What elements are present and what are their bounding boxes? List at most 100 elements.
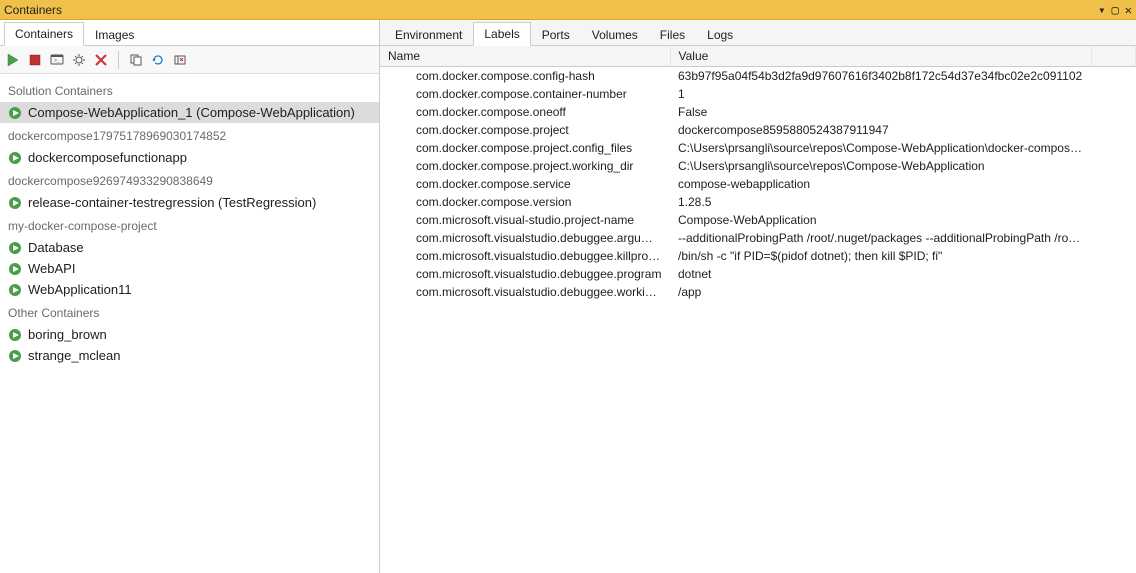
container-item-label: WebApplication11 [28, 282, 132, 297]
table-row[interactable]: com.docker.compose.servicecompose-webapp… [380, 175, 1136, 193]
containers-panel: ContainersImages >_ [0, 20, 380, 573]
container-item[interactable]: Database [0, 237, 379, 258]
container-item[interactable]: boring_brown [0, 324, 379, 345]
label-value-cell: dockercompose8595880524387911947 [670, 121, 1092, 139]
table-row[interactable]: com.microsoft.visualstudio.debuggee.work… [380, 283, 1136, 301]
tab-ports[interactable]: Ports [531, 23, 581, 46]
tab-files[interactable]: Files [649, 23, 696, 46]
table-row[interactable]: com.docker.compose.oneoffFalse [380, 103, 1136, 121]
table-row[interactable]: com.docker.compose.container-number1 [380, 85, 1136, 103]
label-name-cell: com.docker.compose.config-hash [380, 67, 670, 86]
label-name-cell: com.microsoft.visualstudio.debuggee.work… [380, 283, 670, 301]
container-item[interactable]: Compose-WebApplication_1 (Compose-WebApp… [0, 102, 379, 123]
running-icon [8, 196, 22, 210]
label-name-cell: com.docker.compose.service [380, 175, 670, 193]
table-row[interactable]: com.docker.compose.project.working_dirC:… [380, 157, 1136, 175]
container-item-label: boring_brown [28, 327, 107, 342]
tab-labels[interactable]: Labels [473, 22, 530, 46]
copy-icon[interactable] [127, 51, 145, 69]
label-name-cell: com.docker.compose.container-number [380, 85, 670, 103]
table-row[interactable]: com.microsoft.visual-studio.project-name… [380, 211, 1136, 229]
details-panel: EnvironmentLabelsPortsVolumesFilesLogs N… [380, 20, 1136, 573]
maximize-icon[interactable]: ▢ [1112, 3, 1119, 17]
label-value-cell: /app [670, 283, 1092, 301]
title-bar: Containers ▾ ▢ ✕ [0, 0, 1136, 20]
dropdown-icon[interactable]: ▾ [1098, 3, 1105, 17]
container-item-label: Compose-WebApplication_1 (Compose-WebApp… [28, 105, 355, 120]
container-item-label: WebAPI [28, 261, 75, 276]
running-icon [8, 283, 22, 297]
label-value-cell: C:\Users\prsangli\source\repos\Compose-W… [670, 157, 1092, 175]
label-name-cell: com.docker.compose.project [380, 121, 670, 139]
label-value-cell: --additionalProbingPath /root/.nuget/pac… [670, 229, 1092, 247]
column-header-spacer [1092, 46, 1136, 67]
prune-icon[interactable] [171, 51, 189, 69]
left-tabbar: ContainersImages [0, 20, 379, 46]
table-row[interactable]: com.microsoft.visualstudio.debuggee.prog… [380, 265, 1136, 283]
container-item[interactable]: release-container-testregression (TestRe… [0, 192, 379, 213]
container-item-label: dockercomposefunctionapp [28, 150, 187, 165]
label-name-cell: com.docker.compose.oneoff [380, 103, 670, 121]
separator [118, 51, 119, 69]
settings-icon[interactable] [70, 51, 88, 69]
label-name-cell: com.microsoft.visualstudio.debuggee.argu… [380, 229, 670, 247]
running-icon [8, 151, 22, 165]
running-icon [8, 241, 22, 255]
running-icon [8, 328, 22, 342]
table-row[interactable]: com.docker.compose.projectdockercompose8… [380, 121, 1136, 139]
label-value-cell: /bin/sh -c "if PID=$(pidof dotnet); then… [670, 247, 1092, 265]
running-icon [8, 262, 22, 276]
label-value-cell: False [670, 103, 1092, 121]
running-icon [8, 106, 22, 120]
label-name-cell: com.docker.compose.project.config_files [380, 139, 670, 157]
close-icon[interactable]: ✕ [1125, 3, 1132, 17]
label-value-cell: 1 [670, 85, 1092, 103]
tree-group-label: Other Containers [0, 300, 379, 324]
tree-group-label: dockercompose17975178969030174852 [0, 123, 379, 147]
window-title: Containers [4, 3, 1098, 17]
tab-volumes[interactable]: Volumes [581, 23, 649, 46]
label-name-cell: com.docker.compose.project.working_dir [380, 157, 670, 175]
tree-group-label: Solution Containers [0, 78, 379, 102]
label-name-cell: com.docker.compose.version [380, 193, 670, 211]
tab-logs[interactable]: Logs [696, 23, 744, 46]
label-value-cell: dotnet [670, 265, 1092, 283]
column-header-value[interactable]: Value [670, 46, 1092, 67]
container-item[interactable]: WebApplication11 [0, 279, 379, 300]
label-value-cell: Compose-WebApplication [670, 211, 1092, 229]
refresh-icon[interactable] [149, 51, 167, 69]
container-tree[interactable]: Solution Containers Compose-WebApplicatio… [0, 74, 379, 573]
table-row[interactable]: com.microsoft.visualstudio.debuggee.argu… [380, 229, 1136, 247]
column-header-name[interactable]: Name [380, 46, 670, 67]
running-icon [8, 349, 22, 363]
tree-group-label: my-docker-compose-project [0, 213, 379, 237]
container-item[interactable]: strange_mclean [0, 345, 379, 366]
toolbar: >_ [0, 46, 379, 74]
start-icon[interactable] [4, 51, 22, 69]
label-name-cell: com.microsoft.visual-studio.project-name [380, 211, 670, 229]
container-item[interactable]: dockercomposefunctionapp [0, 147, 379, 168]
right-tabbar: EnvironmentLabelsPortsVolumesFilesLogs [380, 20, 1136, 46]
table-row[interactable]: com.microsoft.visualstudio.debuggee.kill… [380, 247, 1136, 265]
container-item-label: strange_mclean [28, 348, 121, 363]
labels-grid[interactable]: Name Value com.docker.compose.config-has… [380, 46, 1136, 573]
tab-containers[interactable]: Containers [4, 22, 84, 46]
label-value-cell: compose-webapplication [670, 175, 1092, 193]
svg-text:>_: >_ [54, 58, 60, 64]
label-value-cell: C:\Users\prsangli\source\repos\Compose-W… [670, 139, 1092, 157]
delete-icon[interactable] [92, 51, 110, 69]
table-row[interactable]: com.docker.compose.version1.28.5 [380, 193, 1136, 211]
tab-images[interactable]: Images [84, 23, 145, 46]
attach-icon[interactable]: >_ [48, 51, 66, 69]
table-row[interactable]: com.docker.compose.project.config_filesC… [380, 139, 1136, 157]
container-item[interactable]: WebAPI [0, 258, 379, 279]
label-value-cell: 63b97f95a04f54b3d2fa9d97607616f3402b8f17… [670, 67, 1092, 86]
table-row[interactable]: com.docker.compose.config-hash63b97f95a0… [380, 67, 1136, 86]
container-item-label: Database [28, 240, 84, 255]
tab-environment[interactable]: Environment [384, 23, 473, 46]
label-name-cell: com.microsoft.visualstudio.debuggee.prog… [380, 265, 670, 283]
tree-group-label: dockercompose926974933290838649 [0, 168, 379, 192]
label-value-cell: 1.28.5 [670, 193, 1092, 211]
container-item-label: release-container-testregression (TestRe… [28, 195, 316, 210]
stop-icon[interactable] [26, 51, 44, 69]
